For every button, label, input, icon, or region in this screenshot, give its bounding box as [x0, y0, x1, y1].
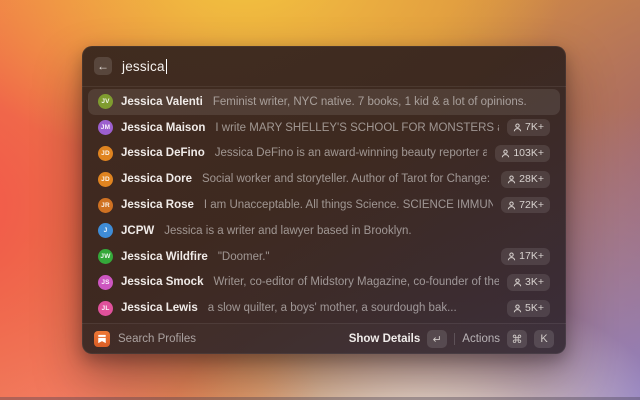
profile-result-row[interactable]: JD Jessica Dore Social worker and storyt…	[88, 166, 560, 192]
profile-name: Jessica Valenti	[121, 95, 203, 108]
avatar: JD	[98, 145, 113, 161]
followers-count: 5K+	[525, 302, 544, 315]
followers-badge: 7K+	[506, 119, 550, 136]
profile-result-row[interactable]: JW Jessica Wildfire "Doomer." 17K+	[88, 244, 560, 270]
followers-count: 72K+	[519, 198, 544, 211]
footer-actions: Show Details ↵ Actions ⌘ K	[349, 330, 554, 348]
profile-description: a slow quilter, a boys' mother, a sourdo…	[207, 302, 457, 315]
profile-name: Jessica Dore	[121, 173, 192, 186]
actions-button[interactable]: Actions	[462, 333, 500, 345]
profile-description: I am Unacceptable. All things Science. S…	[203, 199, 493, 212]
person-icon	[507, 175, 515, 184]
followers-count: 3K+	[525, 276, 544, 289]
extension-label: Search Profiles	[118, 333, 196, 345]
profile-result-row[interactable]: JL Jessica Lewis a slow quilter, a boys'…	[88, 295, 560, 321]
avatar: JD	[98, 171, 113, 187]
profile-name: Jessica Lewis	[121, 302, 198, 315]
results-list: JV Jessica Valenti Feminist writer, NYC …	[82, 87, 566, 323]
person-icon	[507, 252, 515, 261]
followers-badge: 3K+	[506, 274, 550, 291]
text-cursor	[165, 58, 168, 74]
avatar: JV	[98, 94, 113, 110]
followers-badge: 5K+	[506, 300, 550, 317]
back-button[interactable]: ←	[94, 57, 112, 75]
profile-description: I write MARY SHELLEY'S SCHOOL FOR MONSTE…	[215, 121, 498, 134]
followers-badge: 103K+	[494, 145, 550, 162]
followers-count: 17K+	[519, 250, 544, 263]
avatar: JS	[98, 274, 113, 290]
profile-result-row[interactable]: JR Jessica Rose I am Unacceptable. All t…	[88, 192, 560, 218]
profile-result-row[interactable]: JV Jessica Valenti Feminist writer, NYC …	[88, 89, 560, 115]
avatar: J	[98, 223, 113, 239]
show-details-button[interactable]: Show Details	[349, 333, 421, 345]
footer-bar: Search Profiles Show Details ↵ Actions ⌘…	[82, 323, 566, 354]
profile-description: Social worker and storyteller. Author of…	[201, 173, 493, 186]
profile-name: Jessica DeFino	[121, 147, 205, 160]
search-bar: ← jessica	[82, 46, 566, 87]
profile-result-row[interactable]: JD Jessica DeFino Jessica DeFino is an a…	[88, 141, 560, 167]
profile-description: Jessica is a writer and lawyer based in …	[164, 224, 412, 237]
profile-name: Jessica Smock	[121, 276, 204, 289]
person-icon	[501, 149, 510, 158]
profile-result-row[interactable]: J JCPW Jessica is a writer and lawyer ba…	[88, 218, 560, 244]
profile-description: Feminist writer, NYC native. 7 books, 1 …	[212, 95, 527, 108]
search-input[interactable]: jessica	[122, 58, 168, 74]
avatar: JM	[98, 120, 113, 136]
k-key-badge: K	[534, 330, 554, 348]
followers-count: 103K+	[513, 147, 544, 160]
profile-name: JCPW	[121, 224, 155, 237]
profile-description: "Doomer."	[217, 250, 270, 263]
followers-badge: 72K+	[500, 196, 550, 214]
avatar: JR	[98, 197, 113, 213]
person-icon	[513, 123, 521, 132]
profile-name: Jessica Wildfire	[121, 250, 208, 263]
profile-result-row[interactable]: JS Jessica Smock Writer, co-editor of Mi…	[88, 270, 560, 296]
return-key-badge: ↵	[427, 330, 448, 348]
search-query-text: jessica	[122, 58, 165, 74]
profile-name: Jessica Rose	[121, 199, 194, 212]
followers-badge: 28K+	[500, 171, 550, 188]
followers-badge: 17K+	[500, 248, 550, 265]
profile-description: Jessica DeFino is an award-winning beaut…	[214, 147, 487, 160]
profile-result-row[interactable]: JM Jessica Maison I write MARY SHELLEY'S…	[88, 115, 560, 141]
person-icon	[513, 278, 521, 287]
followers-count: 7K+	[525, 121, 544, 134]
avatar: JW	[98, 249, 113, 265]
command-key-badge: ⌘	[507, 330, 527, 348]
footer-divider	[454, 333, 456, 345]
search-profiles-extension-icon	[94, 331, 110, 347]
person-icon	[507, 201, 515, 210]
back-arrow-icon: ←	[97, 59, 109, 73]
command-palette-window: ← jessica JV Jessica Valenti Feminist wr…	[82, 46, 566, 354]
profile-description: Writer, co-editor of Midstory Magazine, …	[213, 276, 499, 289]
followers-count: 28K+	[519, 173, 544, 186]
person-icon	[513, 304, 521, 313]
profile-name: Jessica Maison	[121, 121, 206, 134]
avatar: JL	[98, 300, 113, 316]
